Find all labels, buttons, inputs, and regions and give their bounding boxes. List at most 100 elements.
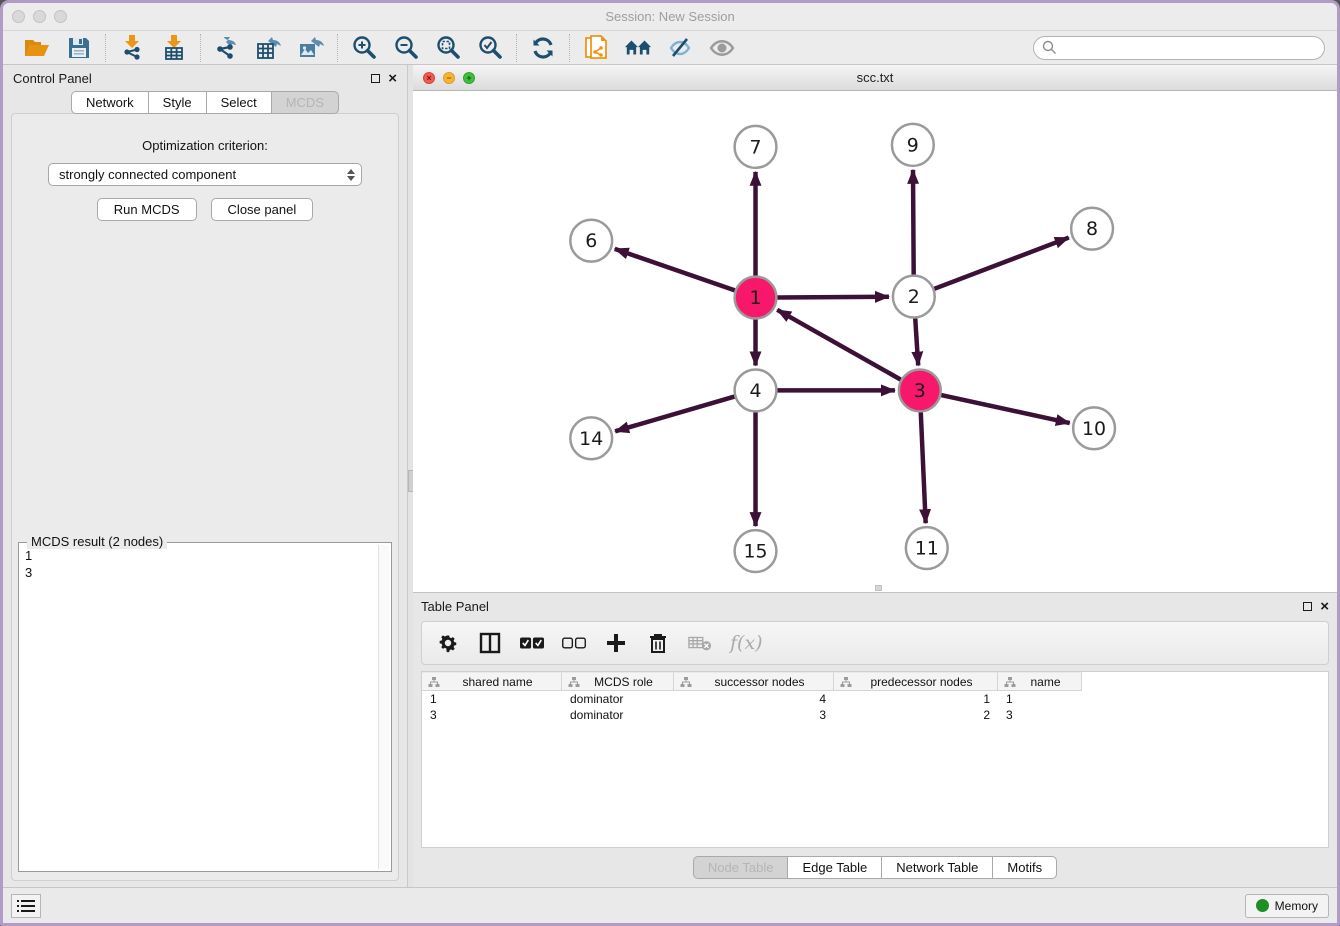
delete-table-icon[interactable] — [688, 631, 712, 655]
graph-edge-3-11[interactable] — [921, 412, 926, 523]
zoom-fit-icon[interactable] — [434, 35, 462, 61]
add-column-icon[interactable] — [604, 631, 628, 655]
table-tab-node-table[interactable]: Node Table — [693, 856, 788, 879]
zoom-selected-icon[interactable] — [476, 35, 504, 61]
show-columns-icon[interactable] — [478, 631, 502, 655]
tab-select[interactable]: Select — [206, 91, 271, 114]
export-table-icon[interactable] — [255, 35, 283, 61]
graph-node-6[interactable]: 6 — [570, 220, 612, 262]
new-network-from-selection-icon[interactable] — [582, 35, 610, 61]
delete-column-icon[interactable] — [646, 631, 670, 655]
float-table-panel-icon[interactable] — [1303, 602, 1312, 611]
task-history-button[interactable] — [11, 894, 41, 918]
float-panel-icon[interactable] — [371, 74, 380, 83]
table-row[interactable]: 1dominator411 — [422, 691, 1328, 707]
graph-node-10[interactable]: 10 — [1073, 407, 1115, 449]
close-panel-button[interactable]: Close panel — [211, 198, 314, 221]
graph-node-4[interactable]: 4 — [735, 369, 777, 411]
graph-node-2[interactable]: 2 — [893, 276, 935, 318]
search-input[interactable] — [1033, 36, 1325, 60]
close-window-button[interactable] — [12, 10, 25, 23]
optimization-criterion-label: Optimization criterion: — [12, 138, 398, 153]
export-image-icon[interactable] — [297, 35, 325, 61]
column-header-MCDS-role[interactable]: MCDS role — [562, 672, 674, 691]
import-network-icon[interactable] — [118, 35, 146, 61]
table-header-row: shared nameMCDS rolesuccessor nodesprede… — [422, 672, 1328, 691]
column-header-predecessor-nodes[interactable]: predecessor nodes — [834, 672, 998, 691]
close-panel-icon[interactable]: × — [388, 71, 397, 86]
result-scrollbar[interactable] — [378, 545, 389, 869]
run-mcds-button[interactable]: Run MCDS — [97, 198, 197, 221]
graph-edge-2-9[interactable] — [913, 170, 914, 275]
zoom-out-icon[interactable] — [392, 35, 420, 61]
svg-text:2: 2 — [908, 286, 920, 308]
graph-node-8[interactable]: 8 — [1071, 208, 1113, 250]
graph-edge-2-8[interactable] — [934, 238, 1068, 289]
table-cell: 1 — [422, 691, 562, 707]
close-table-panel-icon[interactable]: × — [1320, 599, 1329, 614]
table-cell: 3 — [674, 707, 834, 723]
tab-mcds[interactable]: MCDS — [271, 91, 339, 114]
function-builder-icon[interactable]: f(x) — [730, 632, 763, 654]
network-view-window: × − + scc.txt 7 9 6 8 1 2 4 3 14 10 15 11 — [413, 65, 1337, 593]
column-type-icon — [680, 676, 692, 688]
graph-node-9[interactable]: 9 — [892, 124, 934, 166]
select-all-columns-icon[interactable] — [520, 631, 544, 655]
settings-gear-icon[interactable] — [436, 631, 460, 655]
refresh-icon[interactable] — [529, 35, 557, 61]
graph-node-14[interactable]: 14 — [570, 417, 612, 459]
node-table: shared nameMCDS rolesuccessor nodesprede… — [421, 671, 1329, 848]
graph-node-1[interactable]: 1 — [735, 277, 777, 319]
tab-network[interactable]: Network — [71, 91, 148, 114]
graph-node-11[interactable]: 11 — [906, 527, 948, 569]
task-list-icon — [17, 899, 35, 913]
control-panel-tabs: NetworkStyleSelectMCDS — [3, 91, 407, 114]
graph-edge-1-2[interactable] — [777, 297, 889, 298]
network-close-button[interactable]: × — [423, 72, 435, 84]
hide-selected-icon[interactable] — [666, 35, 694, 61]
network-minimize-button[interactable]: − — [443, 72, 455, 84]
window-title: Session: New Session — [3, 9, 1337, 24]
memory-button[interactable]: Memory — [1245, 894, 1329, 918]
table-row[interactable]: 3dominator323 — [422, 707, 1328, 723]
export-network-icon[interactable] — [213, 35, 241, 61]
window-controls — [12, 10, 67, 23]
graph-node-7[interactable]: 7 — [735, 126, 777, 168]
network-canvas[interactable]: 7 9 6 8 1 2 4 3 14 10 15 11 — [413, 91, 1337, 592]
show-all-icon[interactable] — [708, 35, 736, 61]
memory-label: Memory — [1275, 899, 1318, 913]
table-panel-title: Table Panel — [421, 599, 489, 614]
zoom-window-button[interactable] — [54, 10, 67, 23]
graph-edge-1-6[interactable] — [615, 249, 735, 291]
column-header-shared-name[interactable]: shared name — [422, 672, 562, 691]
tab-style[interactable]: Style — [148, 91, 206, 114]
mcds-result-text[interactable]: 1 3 — [25, 547, 377, 869]
network-graph[interactable]: 7 9 6 8 1 2 4 3 14 10 15 11 — [413, 91, 1337, 592]
column-header-successor-nodes[interactable]: successor nodes — [674, 672, 834, 691]
graph-node-15[interactable]: 15 — [735, 530, 777, 572]
canvas-grip[interactable] — [875, 585, 882, 591]
save-session-icon[interactable] — [65, 35, 93, 61]
table-tab-motifs[interactable]: Motifs — [992, 856, 1057, 879]
status-bar: Memory — [3, 887, 1337, 923]
column-header-name[interactable]: name — [998, 672, 1082, 691]
network-maximize-button[interactable]: + — [463, 72, 475, 84]
table-tabs: Node TableEdge TableNetwork TableMotifs — [421, 856, 1329, 879]
network-window-titlebar: × − + scc.txt — [413, 65, 1337, 91]
deselect-all-columns-icon[interactable] — [562, 631, 586, 655]
zoom-in-icon[interactable] — [350, 35, 378, 61]
graph-node-3[interactable]: 3 — [899, 369, 941, 411]
open-session-icon[interactable] — [23, 35, 51, 61]
graph-edge-3-10[interactable] — [941, 395, 1070, 423]
graph-edge-3-1[interactable] — [777, 310, 901, 380]
graph-edge-2-3[interactable] — [915, 319, 918, 366]
import-table-icon[interactable] — [160, 35, 188, 61]
criterion-dropdown[interactable]: strongly connected component — [48, 163, 362, 186]
search-text-field[interactable] — [1063, 41, 1316, 55]
first-neighbors-icon[interactable] — [624, 35, 652, 61]
svg-text:10: 10 — [1082, 418, 1106, 440]
graph-edge-4-14[interactable] — [615, 397, 734, 432]
minimize-window-button[interactable] — [33, 10, 46, 23]
table-tab-edge-table[interactable]: Edge Table — [787, 856, 881, 879]
table-tab-network-table[interactable]: Network Table — [881, 856, 992, 879]
